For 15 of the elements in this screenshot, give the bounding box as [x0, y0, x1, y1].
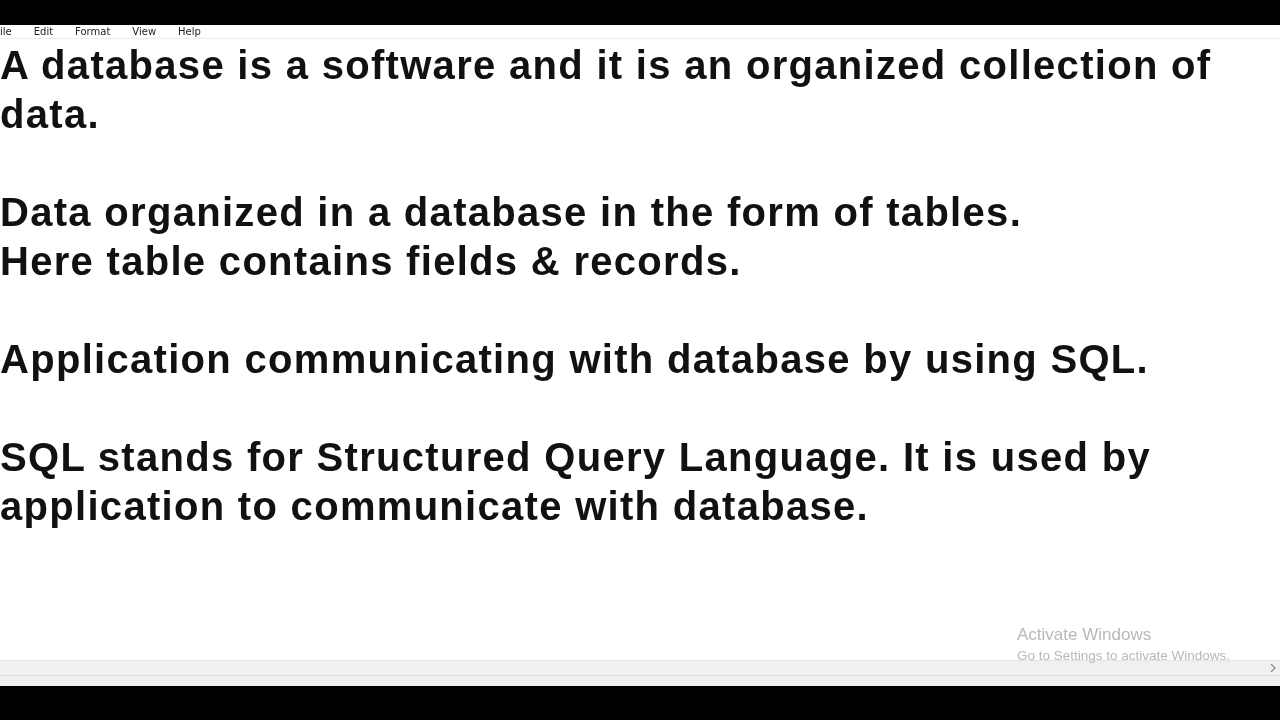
- text-line: data.: [0, 91, 101, 138]
- text-line: Application communicating with database by using SQL.: [0, 336, 1151, 383]
- text-line: application to communicate with database.: [0, 483, 870, 530]
- menu-item[interactable]: View: [132, 25, 157, 38]
- menu-item[interactable]: ile: [0, 25, 12, 38]
- activation-title: Activate Windows: [1017, 624, 1153, 646]
- activation-message: Go to Settings to activate Windows.: [1017, 647, 1231, 665]
- text-line: A database is a software and it is an organized collection of: [0, 42, 1213, 89]
- menu-item[interactable]: Help: [178, 25, 201, 38]
- menu-item[interactable]: Edit: [33, 25, 54, 38]
- menu-item[interactable]: Format: [75, 25, 111, 38]
- text-line: Here table contains fields & records.: [0, 238, 743, 285]
- text-line: SQL stands for Structured Query Language. It is used by: [0, 434, 1152, 481]
- scroll-right-icon[interactable]: [1270, 664, 1276, 672]
- text-line: Data organized in a database in the form of tables.: [0, 189, 1024, 236]
